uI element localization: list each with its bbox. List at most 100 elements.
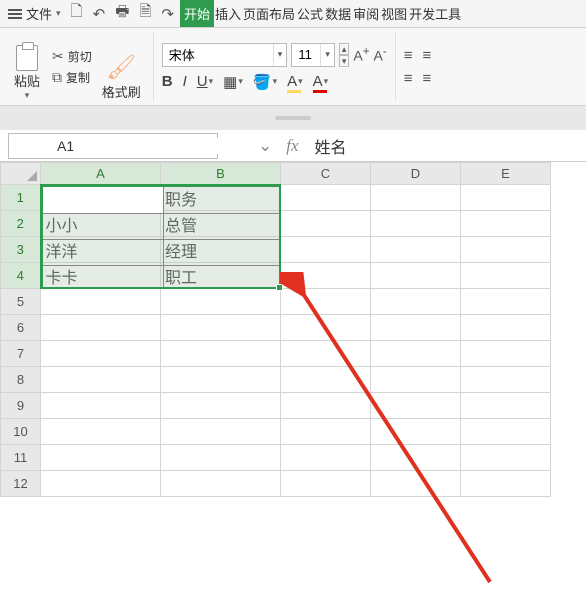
border-button[interactable]: ▦▾ xyxy=(223,73,243,91)
cell-A2[interactable]: 小小 xyxy=(41,211,161,237)
cell-D9[interactable] xyxy=(371,393,461,419)
cell-C5[interactable] xyxy=(281,289,371,315)
cell-A8[interactable] xyxy=(41,367,161,393)
cell-A10[interactable] xyxy=(41,419,161,445)
cell-B8[interactable] xyxy=(161,367,281,393)
align-left-icon[interactable]: ≡ xyxy=(404,70,413,87)
cell-D11[interactable] xyxy=(371,445,461,471)
fill-color-button[interactable]: 🪣▾ xyxy=(253,73,277,91)
redo-icon[interactable]: ↷ xyxy=(161,5,174,23)
row-header-6[interactable]: 6 xyxy=(1,315,41,341)
cell-D3[interactable] xyxy=(371,237,461,263)
row-header-1[interactable]: 1 xyxy=(1,185,41,211)
cell-D1[interactable] xyxy=(371,185,461,211)
row-header-5[interactable]: 5 xyxy=(1,289,41,315)
cell-A5[interactable] xyxy=(41,289,161,315)
preview-icon[interactable]: 🗎 xyxy=(139,1,151,26)
cell-B5[interactable] xyxy=(161,289,281,315)
cancel-icon[interactable]: ⌄ xyxy=(258,136,272,156)
underline-button[interactable]: U▾ xyxy=(197,73,213,90)
row-header-4[interactable]: 4 xyxy=(1,263,41,289)
cell-A7[interactable] xyxy=(41,341,161,367)
tab-数据[interactable]: 数据 xyxy=(324,0,352,27)
align-center-icon[interactable]: ≡ xyxy=(423,70,432,87)
cell-A1[interactable]: 姓名 xyxy=(41,185,161,211)
cell-A3[interactable]: 洋洋 xyxy=(41,237,161,263)
row-header-3[interactable]: 3 xyxy=(1,237,41,263)
font-name-combo[interactable]: ▾ xyxy=(162,43,288,67)
cell-A12[interactable] xyxy=(41,471,161,497)
format-painter-button[interactable]: 🖌 格式刷 xyxy=(96,32,147,101)
print-icon[interactable]: 🖶 xyxy=(115,1,129,26)
cell-C9[interactable] xyxy=(281,393,371,419)
col-header-D[interactable]: D xyxy=(371,163,461,185)
fx-icon[interactable]: fx xyxy=(286,136,298,156)
align-top-icon[interactable]: ≡ xyxy=(404,47,413,64)
paste-button[interactable]: 粘贴 ▾ xyxy=(6,32,48,101)
chevron-down-icon[interactable]: ▾ xyxy=(273,44,287,66)
cell-B11[interactable] xyxy=(161,445,281,471)
font-color-button[interactable]: A▾ xyxy=(313,73,329,90)
cell-E3[interactable] xyxy=(461,237,551,263)
row-header-12[interactable]: 12 xyxy=(1,471,41,497)
copy-button[interactable]: ⧉ 复制 xyxy=(48,68,96,87)
increase-font-icon[interactable]: ▴ xyxy=(339,43,350,55)
row-header-10[interactable]: 10 xyxy=(1,419,41,445)
name-box[interactable] xyxy=(8,133,218,159)
font-size-input[interactable] xyxy=(292,44,320,66)
chevron-down-icon[interactable]: ▾ xyxy=(25,90,30,101)
name-box-input[interactable] xyxy=(9,138,238,154)
cell-D12[interactable] xyxy=(371,471,461,497)
cell-D10[interactable] xyxy=(371,419,461,445)
col-header-E[interactable]: E xyxy=(461,163,551,185)
cell-C1[interactable] xyxy=(281,185,371,211)
cell-E8[interactable] xyxy=(461,367,551,393)
bold-button[interactable]: B xyxy=(162,73,173,90)
cell-A9[interactable] xyxy=(41,393,161,419)
cell-B3[interactable]: 经理 xyxy=(161,237,281,263)
cell-C12[interactable] xyxy=(281,471,371,497)
cell-E4[interactable] xyxy=(461,263,551,289)
undo-icon[interactable]: ↶ xyxy=(93,5,106,23)
cell-D8[interactable] xyxy=(371,367,461,393)
col-header-A[interactable]: A xyxy=(41,163,161,185)
row-header-7[interactable]: 7 xyxy=(1,341,41,367)
cell-E9[interactable] xyxy=(461,393,551,419)
align-middle-icon[interactable]: ≡ xyxy=(423,47,432,64)
row-header-2[interactable]: 2 xyxy=(1,211,41,237)
tab-开发工具[interactable]: 开发工具 xyxy=(408,0,462,27)
row-header-9[interactable]: 9 xyxy=(1,393,41,419)
grow-font-icon[interactable]: A+ xyxy=(353,45,369,64)
formula-content[interactable]: 姓名 xyxy=(315,134,347,158)
tab-视图[interactable]: 视图 xyxy=(380,0,408,27)
font-name-input[interactable] xyxy=(163,44,273,66)
cell-C4[interactable] xyxy=(281,263,371,289)
cell-C11[interactable] xyxy=(281,445,371,471)
shrink-font-icon[interactable]: A- xyxy=(374,45,387,64)
cell-E7[interactable] xyxy=(461,341,551,367)
cell-B4[interactable]: 职工 xyxy=(161,263,281,289)
cell-D5[interactable] xyxy=(371,289,461,315)
tab-审阅[interactable]: 审阅 xyxy=(352,0,380,27)
cell-E11[interactable] xyxy=(461,445,551,471)
row-header-11[interactable]: 11 xyxy=(1,445,41,471)
col-header-B[interactable]: B xyxy=(161,163,281,185)
cell-E1[interactable] xyxy=(461,185,551,211)
cell-B12[interactable] xyxy=(161,471,281,497)
cell-B9[interactable] xyxy=(161,393,281,419)
cell-D4[interactable] xyxy=(371,263,461,289)
tab-页面布局[interactable]: 页面布局 xyxy=(242,0,296,27)
col-header-C[interactable]: C xyxy=(281,163,371,185)
cell-E12[interactable] xyxy=(461,471,551,497)
decrease-font-icon[interactable]: ▾ xyxy=(339,55,350,67)
cell-B1[interactable]: 职务 xyxy=(161,185,281,211)
select-all-corner[interactable] xyxy=(1,163,41,185)
cell-C6[interactable] xyxy=(281,315,371,341)
cell-C7[interactable] xyxy=(281,341,371,367)
tab-插入[interactable]: 插入 xyxy=(214,0,242,27)
cell-C10[interactable] xyxy=(281,419,371,445)
ribbon-collapse-handle[interactable] xyxy=(0,106,586,130)
cell-B7[interactable] xyxy=(161,341,281,367)
spreadsheet-grid[interactable]: ABCDE 1姓名职务2小小总管3洋洋经理4卡卡职工56789101112 xyxy=(0,162,586,497)
cell-C8[interactable] xyxy=(281,367,371,393)
